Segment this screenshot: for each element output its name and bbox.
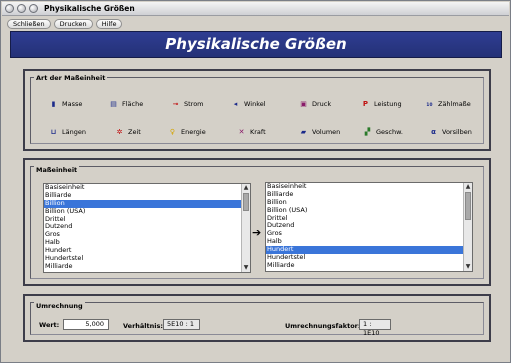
unit-masse[interactable]: ▮ Masse [49,99,83,109]
unit-label: Längen [62,128,86,136]
title-bar: Physikalische Größen [2,2,509,16]
force-icon: ✕ [238,127,245,136]
unit-label: Strom [184,100,204,108]
speed-icon: ▞ [364,127,371,136]
unit-label: Winkel [244,100,266,108]
ruler-icon: ⊔ [50,127,57,136]
unit-vorsilben[interactable]: α Vorsilben [429,127,472,137]
close-menu-button[interactable]: Schließen [7,18,51,29]
list-item[interactable]: Hundertstel [44,254,241,263]
unit-type-group: Art der Maßeinheit ▮ Masse ▤ Fläche ⊸ St… [23,69,491,151]
unit-volumen[interactable]: ▰ Volumen [299,127,341,137]
menu-bar: Schließen Drucken Hilfe [2,17,509,30]
source-list-scrollbar[interactable]: ▲ ▼ [241,184,250,272]
source-unit-list[interactable]: Basiseinheit Billiarde Billion Billion (USA… [43,183,251,273]
zoom-window-button[interactable] [29,4,38,13]
weight-icon: ▮ [51,99,56,108]
unit-energie[interactable]: ♀ Energie [168,127,206,137]
unit-zaehlmasse[interactable]: ₁₀ Zählmaße [425,99,471,109]
list-item[interactable]: Dutzend [266,222,463,230]
unit-kraft[interactable]: ✕ Kraft [237,127,266,137]
list-item[interactable]: Gros [44,230,241,239]
unit-label: Druck [312,100,332,108]
unit-label: Vorsilben [442,128,472,136]
unit-label: Kraft [250,128,266,136]
unit-label: Masse [62,100,83,108]
measure-legend: Maßeinheit [34,166,80,174]
factor-label: Umrechnungsfaktor: [285,322,361,330]
list-item[interactable]: Milliarde [44,262,241,271]
ratio-label: Verhältnis: [123,322,163,330]
list-item[interactable]: Billion (USA) [44,207,241,216]
current-icon: ⊸ [172,99,179,108]
pressure-icon: ▣ [300,99,307,108]
ratio-field: 5E10 : 1 [163,319,200,330]
help-menu-button[interactable]: Hilfe [95,18,123,29]
list-item[interactable]: Halb [266,237,463,246]
factor-field: 1 : 1E10 [359,319,391,337]
list-item[interactable]: Basiseinheit [266,183,463,191]
unit-label: Leistung [374,100,402,108]
list-item[interactable]: Billiarde [44,191,241,200]
header-banner: Physikalische Größen [10,31,502,58]
unit-label: Fläche [122,100,144,108]
unit-label: Zeit [128,128,141,136]
list-item[interactable]: Drittel [44,215,241,224]
unit-zeit[interactable]: ✲ Zeit [115,127,141,137]
prefix-icon: α [431,127,436,136]
scroll-thumb[interactable] [243,193,249,211]
scroll-up-icon[interactable]: ▲ [464,183,472,191]
list-item[interactable]: Basiseinheit [44,184,241,192]
scroll-down-icon[interactable]: ▼ [242,264,250,272]
value-input[interactable]: 5,000 [63,319,109,330]
list-item[interactable]: Halb [44,238,241,247]
unit-flaeche[interactable]: ▤ Fläche [109,99,143,109]
scroll-up-icon[interactable]: ▲ [242,184,250,192]
unit-type-legend: Art der Maßeinheit [34,74,108,82]
conversion-group: Umrechnung Wert: 5,000 Verhältnis: 5E10 … [23,294,491,342]
conversion-legend: Umrechnung [34,302,85,310]
unit-strom[interactable]: ⊸ Strom [171,99,204,109]
unit-label: Volumen [312,128,341,136]
unit-geschw[interactable]: ▞ Geschw. [363,127,403,137]
angle-icon: ◂ [233,99,238,108]
unit-winkel[interactable]: ◂ Winkel [231,99,266,109]
app-window: Physikalische Größen Schließen Drucken H… [0,0,511,363]
volume-icon: ▰ [300,127,307,136]
unit-label: Geschw. [376,128,403,136]
power-icon: P [362,99,369,108]
target-list-scrollbar[interactable]: ▲ ▼ [463,183,472,271]
count-icon: ₁₀ [426,99,433,108]
window-title: Physikalische Größen [44,4,135,13]
list-item[interactable]: Billion (USA) [266,206,463,215]
value-label: Wert: [39,321,60,329]
unit-label: Zählmaße [438,100,471,108]
list-item[interactable]: Hundertstel [266,253,463,262]
clock-icon: ✲ [116,127,123,136]
list-item[interactable]: Drittel [266,214,463,223]
bulb-icon: ♀ [169,127,176,136]
area-icon: ▤ [110,99,117,108]
unit-leistung[interactable]: P Leistung [361,99,402,109]
list-item[interactable]: Gros [266,229,463,238]
scroll-thumb[interactable] [465,192,471,220]
list-item[interactable]: Milliarde [266,261,463,270]
list-item[interactable]: Dutzend [44,223,241,231]
unit-label: Energie [181,128,206,136]
minimize-window-button[interactable] [17,4,26,13]
print-menu-button[interactable]: Drucken [53,18,93,29]
banner-title: Physikalische Größen [165,35,347,53]
list-item[interactable]: Billiarde [266,190,463,199]
close-window-button[interactable] [5,4,14,13]
convert-arrow-icon: ➔ [252,226,262,239]
unit-laengen[interactable]: ⊔ Längen [49,127,86,137]
scroll-down-icon[interactable]: ▼ [464,263,472,271]
target-unit-list[interactable]: Basiseinheit Billiarde Billion Billion (USA… [265,182,473,272]
unit-druck[interactable]: ▣ Druck [299,99,331,109]
